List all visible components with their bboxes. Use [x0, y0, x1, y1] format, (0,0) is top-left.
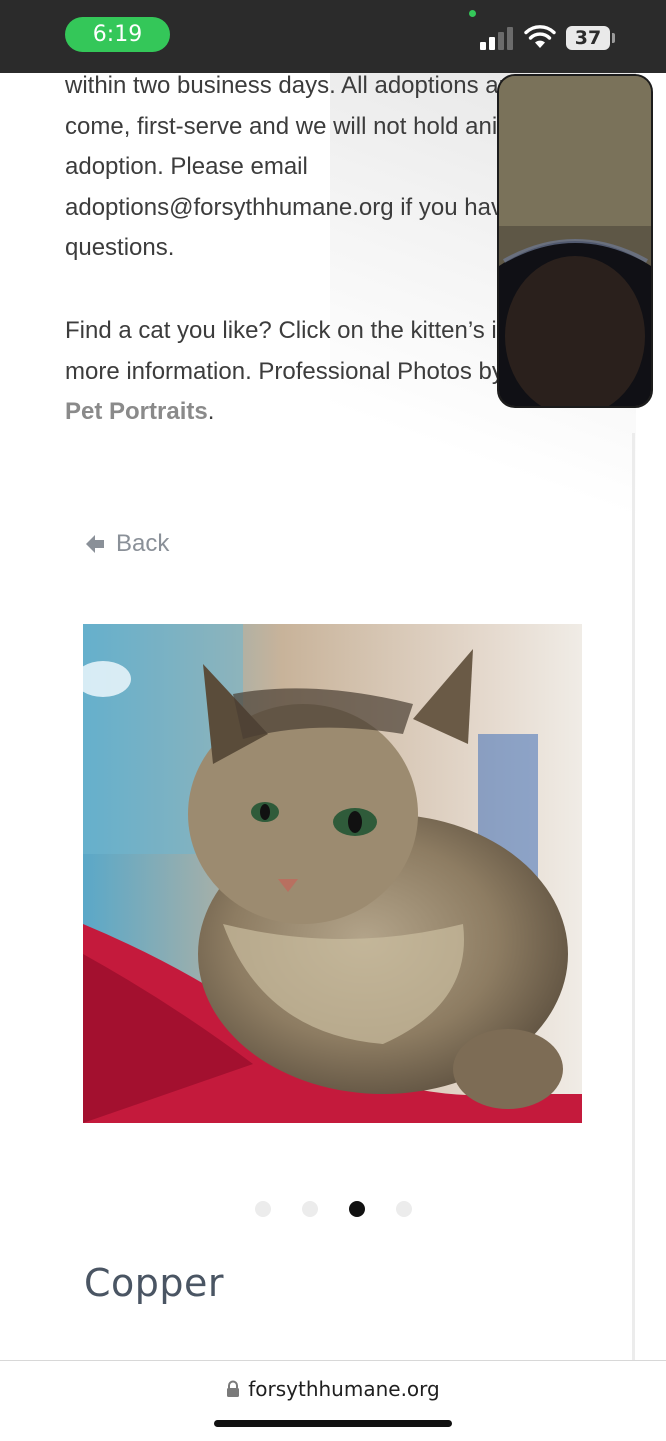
browser-address-bar[interactable]: forsythhumane.org — [0, 1360, 666, 1441]
wifi-icon — [524, 25, 556, 48]
video-feed — [499, 76, 651, 406]
scroll-edge — [632, 433, 635, 1360]
status-time[interactable]: 6:19 — [65, 17, 170, 52]
adoptions-email-link[interactable]: adoptions@forsythhumane.org if you have — [65, 194, 516, 221]
back-button[interactable]: Back — [84, 528, 169, 560]
status-bar: 6:19 37 — [0, 0, 666, 73]
lock-icon — [227, 1380, 240, 1397]
gallery-dot[interactable] — [255, 1201, 271, 1217]
home-indicator[interactable] — [214, 1420, 452, 1427]
url-display[interactable]: forsythhumane.org — [0, 1377, 666, 1401]
cat-photo[interactable] — [83, 624, 582, 1123]
cellular-signal-icon — [480, 26, 514, 50]
paragraph-line: adoption. Please email — [65, 153, 308, 180]
camera-in-use-indicator — [469, 10, 476, 17]
back-label: Back — [116, 530, 170, 557]
pet-portraits-link[interactable]: Pet Portraits — [65, 398, 208, 425]
battery-nub — [612, 33, 615, 43]
arrow-left-icon — [86, 535, 104, 553]
paragraph-period: . — [207, 398, 215, 425]
battery-icon: 37 — [566, 26, 610, 50]
gallery-pagination — [255, 1201, 412, 1217]
facetime-pip-window[interactable] — [497, 74, 653, 408]
cat-photo-illustration — [83, 624, 582, 1123]
gallery-dot[interactable] — [396, 1201, 412, 1217]
paragraph-line: more information. Professional Photos by — [65, 357, 504, 385]
paragraph-line: questions. — [65, 234, 175, 261]
gallery-dot-active[interactable] — [349, 1201, 365, 1217]
url-text: forsythhumane.org — [248, 1377, 440, 1401]
pet-name: Copper — [84, 1261, 225, 1305]
gallery-dot[interactable] — [302, 1201, 318, 1217]
